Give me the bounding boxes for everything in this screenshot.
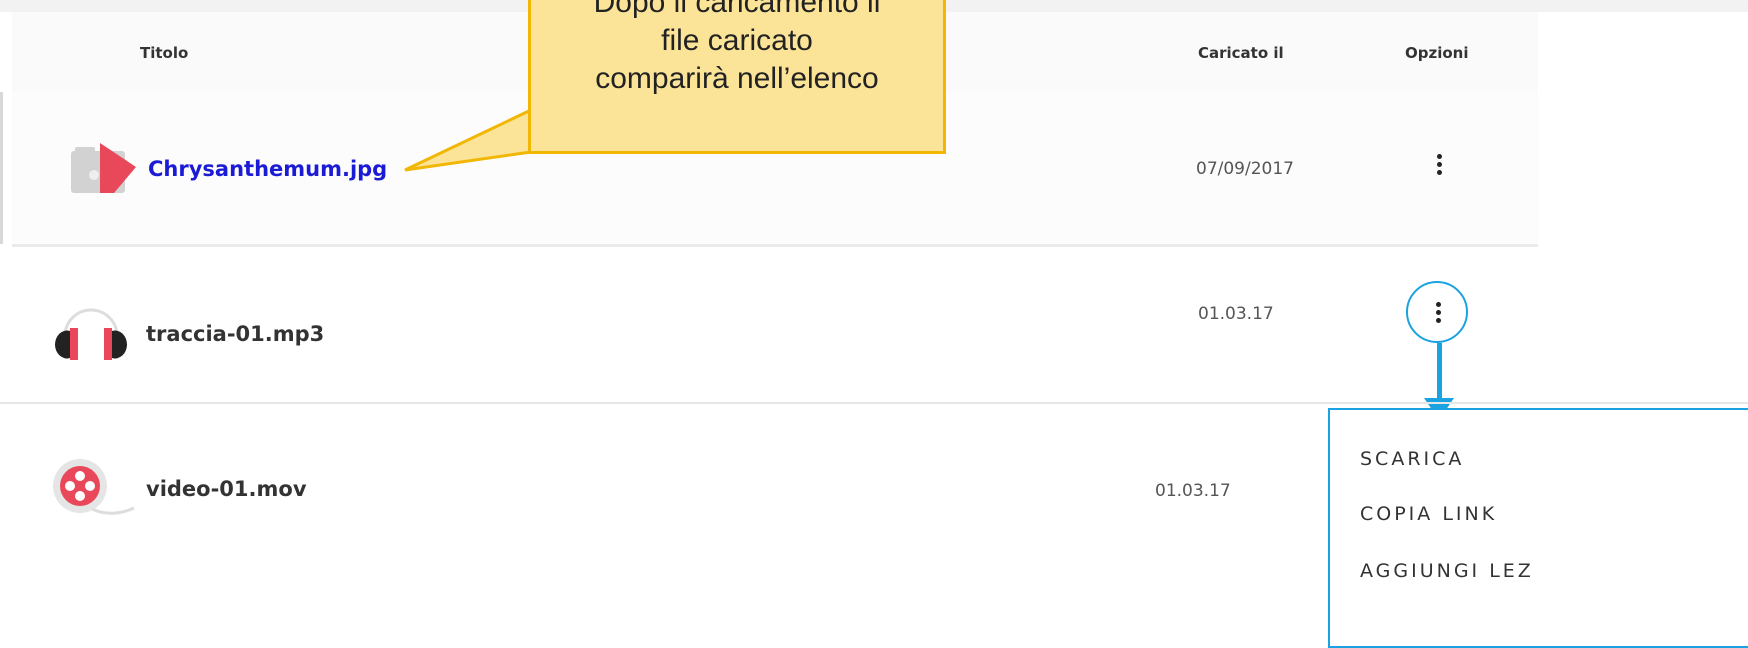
upload-date: 01.03.17 [1155, 481, 1231, 501]
file-name-link[interactable]: Chrysanthemum.jpg [148, 157, 387, 181]
menu-item-add-lesson[interactable]: AGGIUNGI LEZ [1360, 560, 1534, 582]
callout-text-line3: comparirà nell’elenco [595, 62, 879, 95]
file-name[interactable]: video-01.mov [146, 477, 307, 501]
options-dropdown: SCARICA COPIA LINK AGGIUNGI LEZ [1328, 408, 1748, 648]
upload-date: 07/09/2017 [1196, 159, 1294, 179]
callout-text-line1: Dopo il caricamento il [593, 0, 881, 19]
menu-item-download[interactable]: SCARICA [1360, 448, 1464, 470]
callout-text-line2: file caricato [661, 24, 813, 57]
column-header-uploaded: Caricato il [1198, 44, 1284, 62]
file-name[interactable]: traccia-01.mp3 [146, 322, 324, 346]
upload-date: 01.03.17 [1198, 304, 1274, 324]
menu-item-copy-link[interactable]: COPIA LINK [1360, 503, 1497, 525]
video-reel-icon [53, 459, 135, 515]
image-file-icon [71, 143, 136, 193]
column-header-options: Opzioni [1405, 44, 1469, 62]
highlight-circle [1406, 281, 1468, 343]
headphones-icon [54, 308, 128, 360]
callout-pointer [404, 108, 532, 172]
pointer-arrow-line [1437, 343, 1442, 401]
column-header-title: Titolo [140, 44, 189, 62]
options-menu-icon[interactable] [1429, 152, 1449, 182]
row-selection-bar [0, 92, 3, 244]
table-row[interactable] [12, 404, 1322, 629]
